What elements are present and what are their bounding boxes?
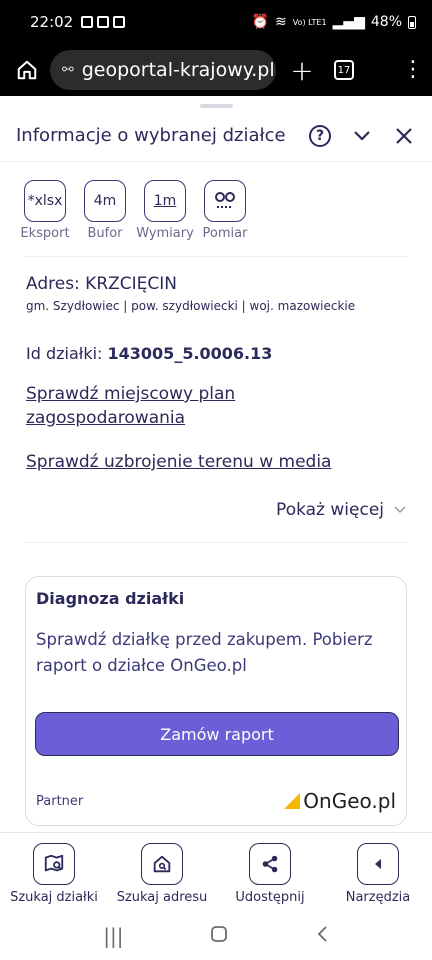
close-button[interactable]: [392, 124, 416, 148]
show-more-label: Pokaż więcej: [276, 500, 384, 520]
ongeo-logo[interactable]: OnGeo.pl: [284, 789, 396, 813]
battery-icon: [408, 15, 416, 29]
chevron-down-icon: [394, 503, 406, 517]
nav-share[interactable]: Udostępnij: [220, 843, 320, 905]
network-label: Vo) LTE1: [292, 17, 327, 27]
ongeo-mark-icon: [284, 793, 301, 809]
signal-icon: ▂▄▆: [332, 14, 365, 30]
site-settings-icon[interactable]: ⚯: [62, 62, 74, 78]
home-button-icon[interactable]: [210, 924, 228, 948]
bottom-navigation: Szukaj działki Szukaj adresu Udostępnij …: [0, 832, 432, 912]
parcel-id-label: Id działki:: [26, 344, 103, 363]
card-title: Diagnoza działki: [36, 589, 185, 608]
help-icon: ?: [309, 124, 331, 147]
parcel-id-row: Id działki: 143005_5.0006.13: [26, 344, 272, 363]
tool-label: Eksport: [20, 226, 70, 241]
panel-header: Informacje o wybranej działce ?: [0, 110, 432, 162]
status-right: ⏰ ≋ Vo) LTE1 ▂▄▆ 48%: [252, 14, 416, 30]
utilities-link[interactable]: Sprawdź uzbrojenie terenu w media: [26, 450, 331, 474]
home-search-icon: [141, 843, 183, 885]
home-icon[interactable]: [10, 59, 44, 81]
recent-apps-icon[interactable]: |||: [103, 924, 123, 948]
parcel-tools: *xlsx Eksport 4m Bufor 1m Wymiary Pomiar: [16, 180, 256, 241]
tab-switcher-button[interactable]: 17: [334, 60, 354, 80]
chevron-down-icon: [354, 130, 370, 141]
card-description: Sprawdź działkę przed zakupem. Pobierz r…: [36, 630, 373, 675]
parcel-info-panel: Informacje o wybranej działce ? *xlsx Ek…: [0, 96, 432, 832]
more-menu-icon[interactable]: ⋮: [402, 59, 424, 81]
back-icon[interactable]: [315, 924, 329, 948]
caret-left-icon: [357, 843, 399, 885]
url-text: geoportal-krajowy.pl/r: [81, 59, 276, 81]
ongeo-brand: OnGeo.pl: [303, 789, 396, 813]
clock: 22:02: [30, 13, 74, 31]
tool-label: Bufor: [87, 226, 123, 241]
new-tab-icon[interactable]: +: [276, 54, 328, 87]
tool-label: Pomiar: [202, 226, 248, 241]
order-report-button[interactable]: Zamów raport: [35, 712, 399, 756]
parcel-diagnosis-card: Diagnoza działki Sprawdź działkę przed z…: [25, 576, 407, 826]
show-more-button[interactable]: Pokaż więcej: [276, 500, 406, 520]
nav-label: Narzędzia: [345, 890, 411, 905]
close-icon: [396, 127, 412, 144]
xlsx-icon: *xlsx: [24, 180, 66, 222]
ruler-icon: 1m: [144, 180, 186, 222]
nav-label: Szukaj adresu: [116, 890, 208, 905]
drag-handle[interactable]: [200, 104, 233, 108]
panel-title: Informacje o wybranej działce: [16, 125, 286, 146]
address-title: Adres: KRZCIĘCIN: [26, 274, 178, 294]
collapse-button[interactable]: [350, 124, 374, 148]
tool-export[interactable]: *xlsx Eksport: [16, 180, 74, 241]
divider: [24, 542, 408, 543]
browser-toolbar: ⚯ geoportal-krajowy.pl/r + 17 ⋮: [0, 44, 432, 96]
tool-measure[interactable]: Pomiar: [196, 180, 254, 241]
tool-label: Wymiary: [136, 226, 194, 241]
address-subtitle: gm. Szydłowiec | pow. szydłowiecki | woj…: [26, 299, 356, 313]
nav-search-parcel[interactable]: Szukaj działki: [4, 843, 104, 905]
notification-icons: [81, 16, 126, 28]
nav-search-address[interactable]: Szukaj adresu: [112, 843, 212, 905]
help-button[interactable]: ?: [308, 124, 332, 148]
system-navigation: |||: [0, 912, 432, 960]
alarm-icon: ⏰: [251, 14, 270, 30]
map-search-icon: [33, 843, 75, 885]
address-bar[interactable]: ⚯ geoportal-krajowy.pl/r: [50, 50, 276, 90]
nav-label: Szukaj działki: [10, 890, 98, 905]
measure-pins-icon: [204, 180, 246, 222]
status-bar: 22:02 ⏰ ≋ Vo) LTE1 ▂▄▆ 48%: [0, 0, 432, 44]
tool-dimensions[interactable]: 1m Wymiary: [136, 180, 194, 241]
partner-label: Partner: [36, 794, 84, 809]
buffer-icon: 4m: [84, 180, 126, 222]
zoning-plan-link[interactable]: Sprawdź miejscowy plan zagospodarowania: [26, 382, 286, 430]
battery-percent: 48%: [370, 14, 402, 30]
parcel-id-value: 143005_5.0006.13: [107, 344, 273, 363]
nav-tools[interactable]: Narzędzia: [328, 843, 428, 905]
nav-label: Udostępnij: [235, 890, 305, 905]
share-icon: [249, 843, 291, 885]
wifi-icon: ≋: [275, 14, 287, 30]
divider: [24, 256, 408, 257]
tool-buffer[interactable]: 4m Bufor: [76, 180, 134, 241]
